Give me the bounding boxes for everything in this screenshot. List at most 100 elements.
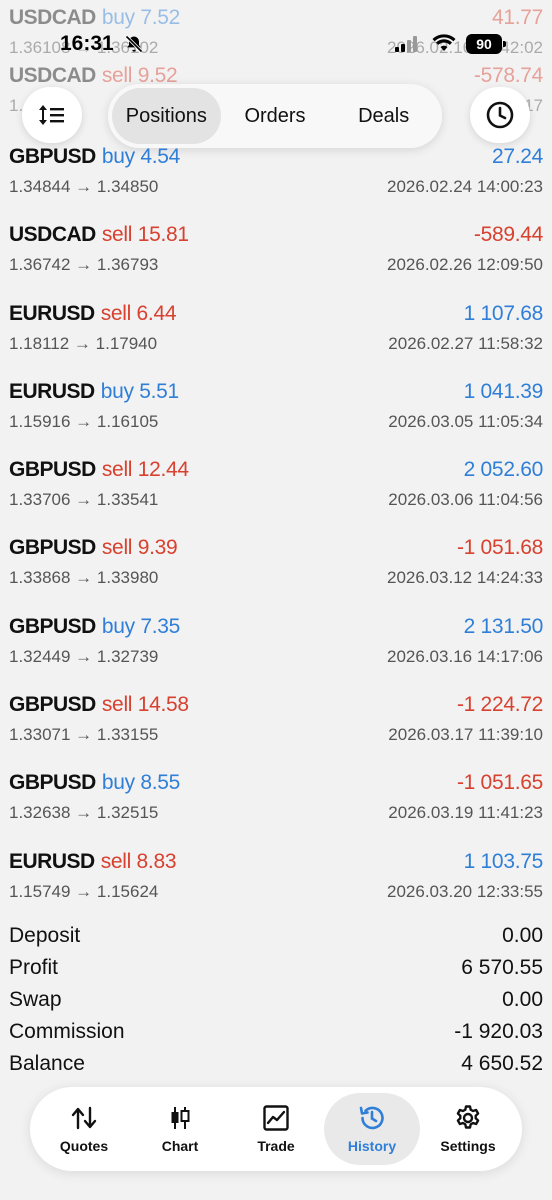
- summary-value: 0.00: [502, 924, 543, 947]
- deal-profit: 27.24: [491, 145, 543, 168]
- summary-label: Profit: [9, 956, 59, 979]
- status-bar: 16:31 90: [0, 28, 552, 64]
- deal-row[interactable]: EURUSD buy 5.51 1 041.39 1.15916 → 1.16105 2…: [0, 375, 552, 453]
- tab-label: Chart: [161, 1138, 199, 1154]
- battery-level: 90: [476, 36, 492, 52]
- summary-label: Balance: [9, 1052, 85, 1075]
- chart-icon: [171, 1107, 190, 1129]
- quotes-icon: [71, 1106, 97, 1130]
- deal-row[interactable]: GBPUSD buy 8.55 -1 051.65 1.32638 → 1.32515…: [0, 766, 552, 844]
- deal-symbol: GBPUSD: [9, 536, 96, 560]
- tab-settings[interactable]: Settings: [420, 1093, 516, 1165]
- peek-side: buy 7.52: [101, 6, 181, 29]
- history-segmented-control: Positions Orders Deals: [108, 84, 442, 148]
- deal-row[interactable]: GBPUSD sell 9.39 -1 051.68 1.33868 → 1.3398…: [0, 531, 552, 609]
- deal-side-volume: buy 5.51: [100, 379, 180, 403]
- summary-value: 4 650.52: [461, 1052, 543, 1075]
- deal-symbol: EURUSD: [9, 379, 95, 403]
- tab-label: History: [347, 1138, 397, 1154]
- summary-value: 6 570.55: [461, 956, 543, 979]
- deal-time: 2026.03.12 14:24:33: [387, 568, 543, 588]
- deal-prices: 1.36742 → 1.36793: [9, 255, 159, 275]
- deal-profit: 1 041.39: [463, 379, 544, 403]
- deal-side-volume: sell 9.39: [101, 536, 178, 560]
- deal-row[interactable]: USDCAD sell 15.81 -589.44 1.36742 → 1.36793…: [0, 218, 552, 296]
- deal-prices: 1.15749 → 1.15624: [9, 881, 159, 901]
- deal-row[interactable]: GBPUSD sell 12.44 2 052.60 1.33706 → 1.3354…: [0, 453, 552, 531]
- summary-row: Swap 0.00: [9, 984, 543, 1016]
- deal-time: 2026.03.06 11:04:56: [388, 490, 543, 510]
- deal-time: 2026.03.20 12:33:55: [387, 881, 543, 901]
- history-icon: [359, 1106, 384, 1130]
- tab-label: Settings: [440, 1138, 496, 1154]
- deal-symbol: GBPUSD: [9, 693, 96, 717]
- summary-value: -1 920.03: [454, 1020, 543, 1043]
- signal-icon: [395, 36, 417, 52]
- summary-value: 0.00: [502, 988, 543, 1011]
- summary-label: Swap: [9, 988, 62, 1011]
- deal-symbol: GBPUSD: [9, 614, 96, 638]
- deal-time: 2026.03.19 11:41:23: [388, 803, 543, 823]
- deal-profit: -589.44: [473, 223, 543, 247]
- deal-prices: 1.33706 → 1.33541: [9, 490, 159, 510]
- deal-row[interactable]: GBPUSD buy 7.35 2 131.50 1.32449 → 1.32739 2…: [0, 610, 552, 688]
- deal-prices: 1.32638 → 1.32515: [9, 803, 159, 823]
- clock-icon: [486, 101, 514, 129]
- deals-list: GBPUSD buy 4.54 27.24 1.34844 → 1.34850 2026…: [0, 140, 552, 923]
- sort-button[interactable]: [22, 87, 82, 143]
- deal-symbol: EURUSD: [9, 849, 95, 873]
- deal-prices: 1.18112 → 1.17940: [9, 333, 158, 353]
- status-time: 16:31: [60, 32, 114, 55]
- sort-icon: [39, 105, 64, 125]
- deal-prices: 1.34844 → 1.34850: [9, 177, 159, 196]
- peek-amount: -578.74: [473, 64, 543, 87]
- tab-quotes[interactable]: Quotes: [36, 1093, 132, 1165]
- tab-label: Trade: [257, 1138, 295, 1154]
- settings-icon: [456, 1105, 480, 1129]
- peek-symbol: USDCAD: [9, 64, 96, 87]
- deal-side-volume: sell 8.83: [100, 849, 177, 873]
- deal-prices: 1.33868 → 1.33980: [9, 568, 159, 588]
- deal-side-volume: buy 8.55: [101, 771, 181, 795]
- deal-side-volume: buy 7.35: [101, 614, 181, 638]
- deal-profit: 1 107.68: [463, 301, 544, 325]
- tab-history[interactable]: History: [324, 1093, 420, 1165]
- deal-side-volume: sell 6.44: [100, 301, 177, 325]
- deal-prices: 1.15916 → 1.16105: [9, 411, 159, 431]
- deal-time: 2026.02.24 14:00:23: [387, 177, 543, 196]
- deal-prices: 1.32449 → 1.32739: [9, 646, 159, 666]
- bell-muted-icon: [125, 35, 143, 53]
- summary-row: Balance 4 650.52: [9, 1048, 543, 1080]
- deal-row[interactable]: GBPUSD buy 4.54 27.24 1.34844 → 1.34850 2026…: [0, 140, 552, 218]
- summary-row: Deposit 0.00: [9, 920, 543, 952]
- deal-time: 2026.03.16 14:17:06: [387, 646, 543, 666]
- tab-chart[interactable]: Chart: [132, 1093, 228, 1165]
- summary-label: Commission: [9, 1020, 125, 1043]
- deal-symbol: GBPUSD: [9, 771, 96, 795]
- deal-row[interactable]: EURUSD sell 6.44 1 107.68 1.18112 → 1.17940…: [0, 297, 552, 375]
- deal-row[interactable]: EURUSD sell 8.83 1 103.75 1.15749 → 1.15624…: [0, 845, 552, 923]
- summary-label: Deposit: [9, 924, 81, 947]
- period-button[interactable]: [470, 87, 530, 143]
- deal-profit: -1 224.72: [456, 693, 543, 717]
- tab-trade[interactable]: Trade: [228, 1093, 324, 1165]
- tab-orders[interactable]: Orders: [221, 88, 330, 144]
- tab-positions[interactable]: Positions: [112, 88, 221, 144]
- deal-profit: 2 131.50: [463, 614, 544, 638]
- wifi-icon: [432, 34, 456, 51]
- deal-side-volume: buy 4.54: [101, 145, 181, 168]
- battery-icon: 90: [466, 34, 506, 54]
- deal-time: 2026.02.27 11:58:32: [388, 333, 543, 353]
- deal-row[interactable]: GBPUSD sell 14.58 -1 224.72 1.33071 → 1.331…: [0, 688, 552, 766]
- deal-side-volume: sell 12.44: [101, 458, 189, 482]
- deal-symbol: EURUSD: [9, 301, 95, 325]
- summary-row: Commission -1 920.03: [9, 1016, 543, 1048]
- deal-time: 2026.03.17 11:39:10: [388, 725, 543, 745]
- deal-side-volume: sell 15.81: [101, 223, 189, 247]
- deal-profit: 1 103.75: [463, 849, 544, 873]
- tab-label: Quotes: [59, 1138, 109, 1154]
- tab-deals[interactable]: Deals: [329, 88, 438, 144]
- deal-profit: -1 051.68: [456, 536, 543, 560]
- deal-time: 2026.03.05 11:05:34: [388, 411, 543, 431]
- bottom-tab-bar: Quotes Chart Trade History Settings: [30, 1087, 522, 1171]
